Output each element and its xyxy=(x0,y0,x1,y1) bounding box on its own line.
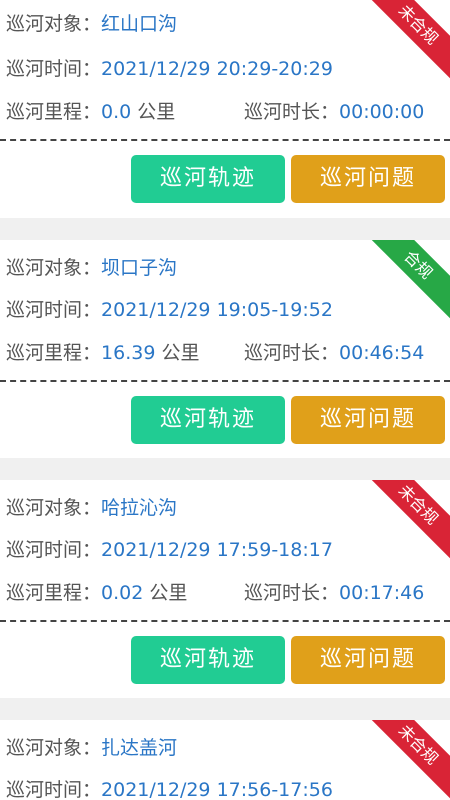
time-row: 巡河时间：2021/12/29 17:59-18:17 xyxy=(6,535,333,565)
target-label: 巡河对象： xyxy=(6,13,102,35)
patrol-record-card[interactable]: 未合规 巡河对象：哈拉沁沟 巡河时间：2021/12/29 17:59-18:1… xyxy=(0,480,450,698)
time-label: 巡河时间： xyxy=(6,779,102,800)
target-label: 巡河对象： xyxy=(6,737,102,759)
time-value: 2021/12/29 20:29-20:29 xyxy=(101,58,333,80)
distance-label: 巡河里程： xyxy=(6,101,102,123)
duration-row: 巡河时长：00:17:46 xyxy=(244,578,424,608)
issue-button[interactable]: 巡河问题 xyxy=(291,636,445,684)
distance-unit: 公里 xyxy=(161,342,200,364)
status-badge: 未合规 xyxy=(357,480,450,566)
track-button[interactable]: 巡河轨迹 xyxy=(131,396,285,444)
distance-unit: 公里 xyxy=(137,101,176,123)
dashed-divider xyxy=(0,380,450,382)
target-row: 巡河对象：扎达盖河 xyxy=(6,733,177,763)
duration-row: 巡河时长：00:00:00 xyxy=(244,97,424,127)
time-label: 巡河时间： xyxy=(6,539,102,561)
distance-row: 巡河里程：16.39 公里 xyxy=(6,338,199,368)
dashed-divider xyxy=(0,139,450,141)
patrol-record-card[interactable]: 未合规 巡河对象：扎达盖河 巡河时间：2021/12/29 17:56-17:5… xyxy=(0,720,450,800)
distance-value: 0.0 xyxy=(101,101,132,123)
duration-value: 00:17:46 xyxy=(339,582,425,604)
distance-row: 巡河里程：0.02 公里 xyxy=(6,578,187,608)
distance-row: 巡河里程：0.0 公里 xyxy=(6,97,175,127)
time-value: 2021/12/29 17:56-17:56 xyxy=(101,779,333,800)
target-value: 扎达盖河 xyxy=(101,737,178,759)
dashed-divider xyxy=(0,620,450,622)
time-value: 2021/12/29 17:59-18:17 xyxy=(101,539,333,561)
distance-label: 巡河里程： xyxy=(6,342,102,364)
status-badge: 合规 xyxy=(357,240,450,326)
target-row: 巡河对象：红山口沟 xyxy=(6,9,177,39)
target-value: 坝口子沟 xyxy=(101,257,178,279)
duration-label: 巡河时长： xyxy=(244,101,340,123)
distance-unit: 公里 xyxy=(149,582,188,604)
distance-label: 巡河里程： xyxy=(6,582,102,604)
track-button[interactable]: 巡河轨迹 xyxy=(131,155,285,203)
track-button[interactable]: 巡河轨迹 xyxy=(131,636,285,684)
patrol-record-card[interactable]: 合规 巡河对象：坝口子沟 巡河时间：2021/12/29 19:05-19:52… xyxy=(0,240,450,458)
time-row: 巡河时间：2021/12/29 20:29-20:29 xyxy=(6,54,333,84)
duration-value: 00:46:54 xyxy=(339,342,425,364)
status-badge: 未合规 xyxy=(357,720,450,800)
target-label: 巡河对象： xyxy=(6,257,102,279)
time-label: 巡河时间： xyxy=(6,58,102,80)
issue-button[interactable]: 巡河问题 xyxy=(291,396,445,444)
target-row: 巡河对象：坝口子沟 xyxy=(6,253,177,283)
duration-value: 00:00:00 xyxy=(339,101,425,123)
time-row: 巡河时间：2021/12/29 17:56-17:56 xyxy=(6,775,333,800)
target-value: 红山口沟 xyxy=(101,13,178,35)
duration-row: 巡河时长：00:46:54 xyxy=(244,338,424,368)
time-value: 2021/12/29 19:05-19:52 xyxy=(101,299,333,321)
distance-value: 0.02 xyxy=(101,582,144,604)
target-label: 巡河对象： xyxy=(6,497,102,519)
patrol-record-list[interactable]: 未合规 巡河对象：红山口沟 巡河时间：2021/12/29 20:29-20:2… xyxy=(0,0,450,800)
issue-button[interactable]: 巡河问题 xyxy=(291,155,445,203)
duration-label: 巡河时长： xyxy=(244,342,340,364)
time-row: 巡河时间：2021/12/29 19:05-19:52 xyxy=(6,295,333,325)
target-value: 哈拉沁沟 xyxy=(101,497,178,519)
patrol-record-card[interactable]: 未合规 巡河对象：红山口沟 巡河时间：2021/12/29 20:29-20:2… xyxy=(0,0,450,218)
distance-value: 16.39 xyxy=(101,342,156,364)
duration-label: 巡河时长： xyxy=(244,582,340,604)
target-row: 巡河对象：哈拉沁沟 xyxy=(6,493,177,523)
status-badge: 未合规 xyxy=(357,0,450,86)
time-label: 巡河时间： xyxy=(6,299,102,321)
